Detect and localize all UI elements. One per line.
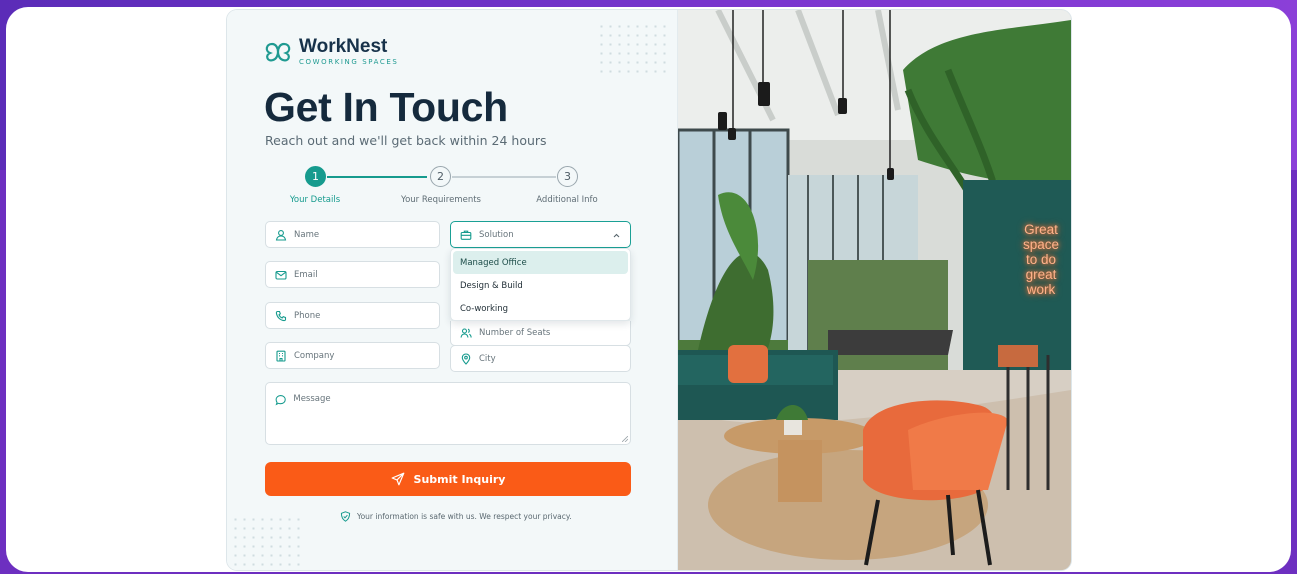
step-3-label: Additional Info — [536, 195, 598, 205]
brand: WorkNest COWORKING SPACES — [263, 37, 398, 66]
contact-card: WorkNest COWORKING SPACES Get In Touch R… — [227, 10, 1071, 570]
resize-grip-icon[interactable] — [622, 436, 628, 442]
city-field-wrapper — [450, 345, 631, 372]
name-field-wrapper — [265, 221, 440, 248]
phone-icon — [275, 310, 287, 321]
step-connector — [327, 176, 427, 178]
solution-select[interactable]: Solution — [450, 221, 631, 248]
email-input[interactable] — [294, 269, 439, 280]
shield-check-icon — [340, 511, 351, 522]
step-1-label: Your Details — [289, 195, 341, 205]
form-panel: WorkNest COWORKING SPACES Get In Touch R… — [227, 10, 678, 570]
decorative-dots — [597, 22, 672, 77]
solution-select-value: Solution — [479, 229, 514, 240]
message-field-wrapper — [265, 382, 631, 445]
progress-stepper: 1 2 3 Your Details Your Requirements Add… — [227, 166, 678, 216]
office-photo: Great space to do great work — [678, 10, 1071, 570]
privacy-text: Your information is safe with us. We res… — [357, 512, 572, 521]
phone-input[interactable] — [294, 310, 439, 321]
users-icon — [460, 328, 472, 338]
solution-dropdown-menu: Managed Office Design & Build Co-working — [450, 248, 631, 321]
dropdown-option-managed-office[interactable]: Managed Office — [453, 251, 628, 274]
phone-field-wrapper — [265, 302, 440, 329]
page-title: Get In Touch — [264, 84, 508, 130]
neon-sign-text: Great space to do great work — [1022, 222, 1060, 297]
briefcase-icon — [460, 230, 472, 240]
name-input[interactable] — [294, 229, 439, 240]
building-icon — [276, 350, 286, 362]
seats-field-wrapper — [450, 321, 631, 346]
message-textarea[interactable] — [293, 394, 621, 433]
chat-bubble-icon — [275, 395, 286, 406]
mail-icon — [275, 270, 287, 280]
worknest-logo-icon — [265, 42, 291, 61]
location-pin-icon — [461, 352, 471, 365]
dropdown-option-co-working[interactable]: Co-working — [453, 297, 628, 320]
chevron-up-icon[interactable] — [612, 231, 621, 240]
step-2-indicator[interactable]: 2 — [430, 166, 451, 187]
dropdown-option-design-build[interactable]: Design & Build — [453, 274, 628, 297]
brand-name: WorkNest — [299, 36, 388, 57]
coworking-space-illustration — [678, 10, 1071, 570]
decorative-dots — [231, 515, 301, 570]
step-1-indicator[interactable]: 1 — [305, 166, 326, 187]
brand-tagline: COWORKING SPACES — [299, 58, 399, 66]
page-subtitle: Reach out and we'll get back within 24 h… — [265, 133, 547, 148]
city-input[interactable] — [479, 353, 630, 364]
send-icon — [391, 472, 404, 486]
submit-inquiry-button[interactable]: Submit Inquiry — [265, 462, 631, 496]
company-input[interactable] — [294, 350, 439, 361]
step-connector — [452, 176, 556, 178]
seats-input[interactable] — [479, 328, 630, 338]
privacy-note: Your information is safe with us. We res… — [340, 511, 572, 522]
submit-button-label: Submit Inquiry — [413, 472, 506, 486]
company-field-wrapper — [265, 342, 440, 369]
email-field-wrapper — [265, 261, 440, 288]
step-3-indicator[interactable]: 3 — [557, 166, 578, 187]
step-2-label: Your Requirements — [401, 195, 481, 205]
user-icon — [275, 229, 287, 241]
